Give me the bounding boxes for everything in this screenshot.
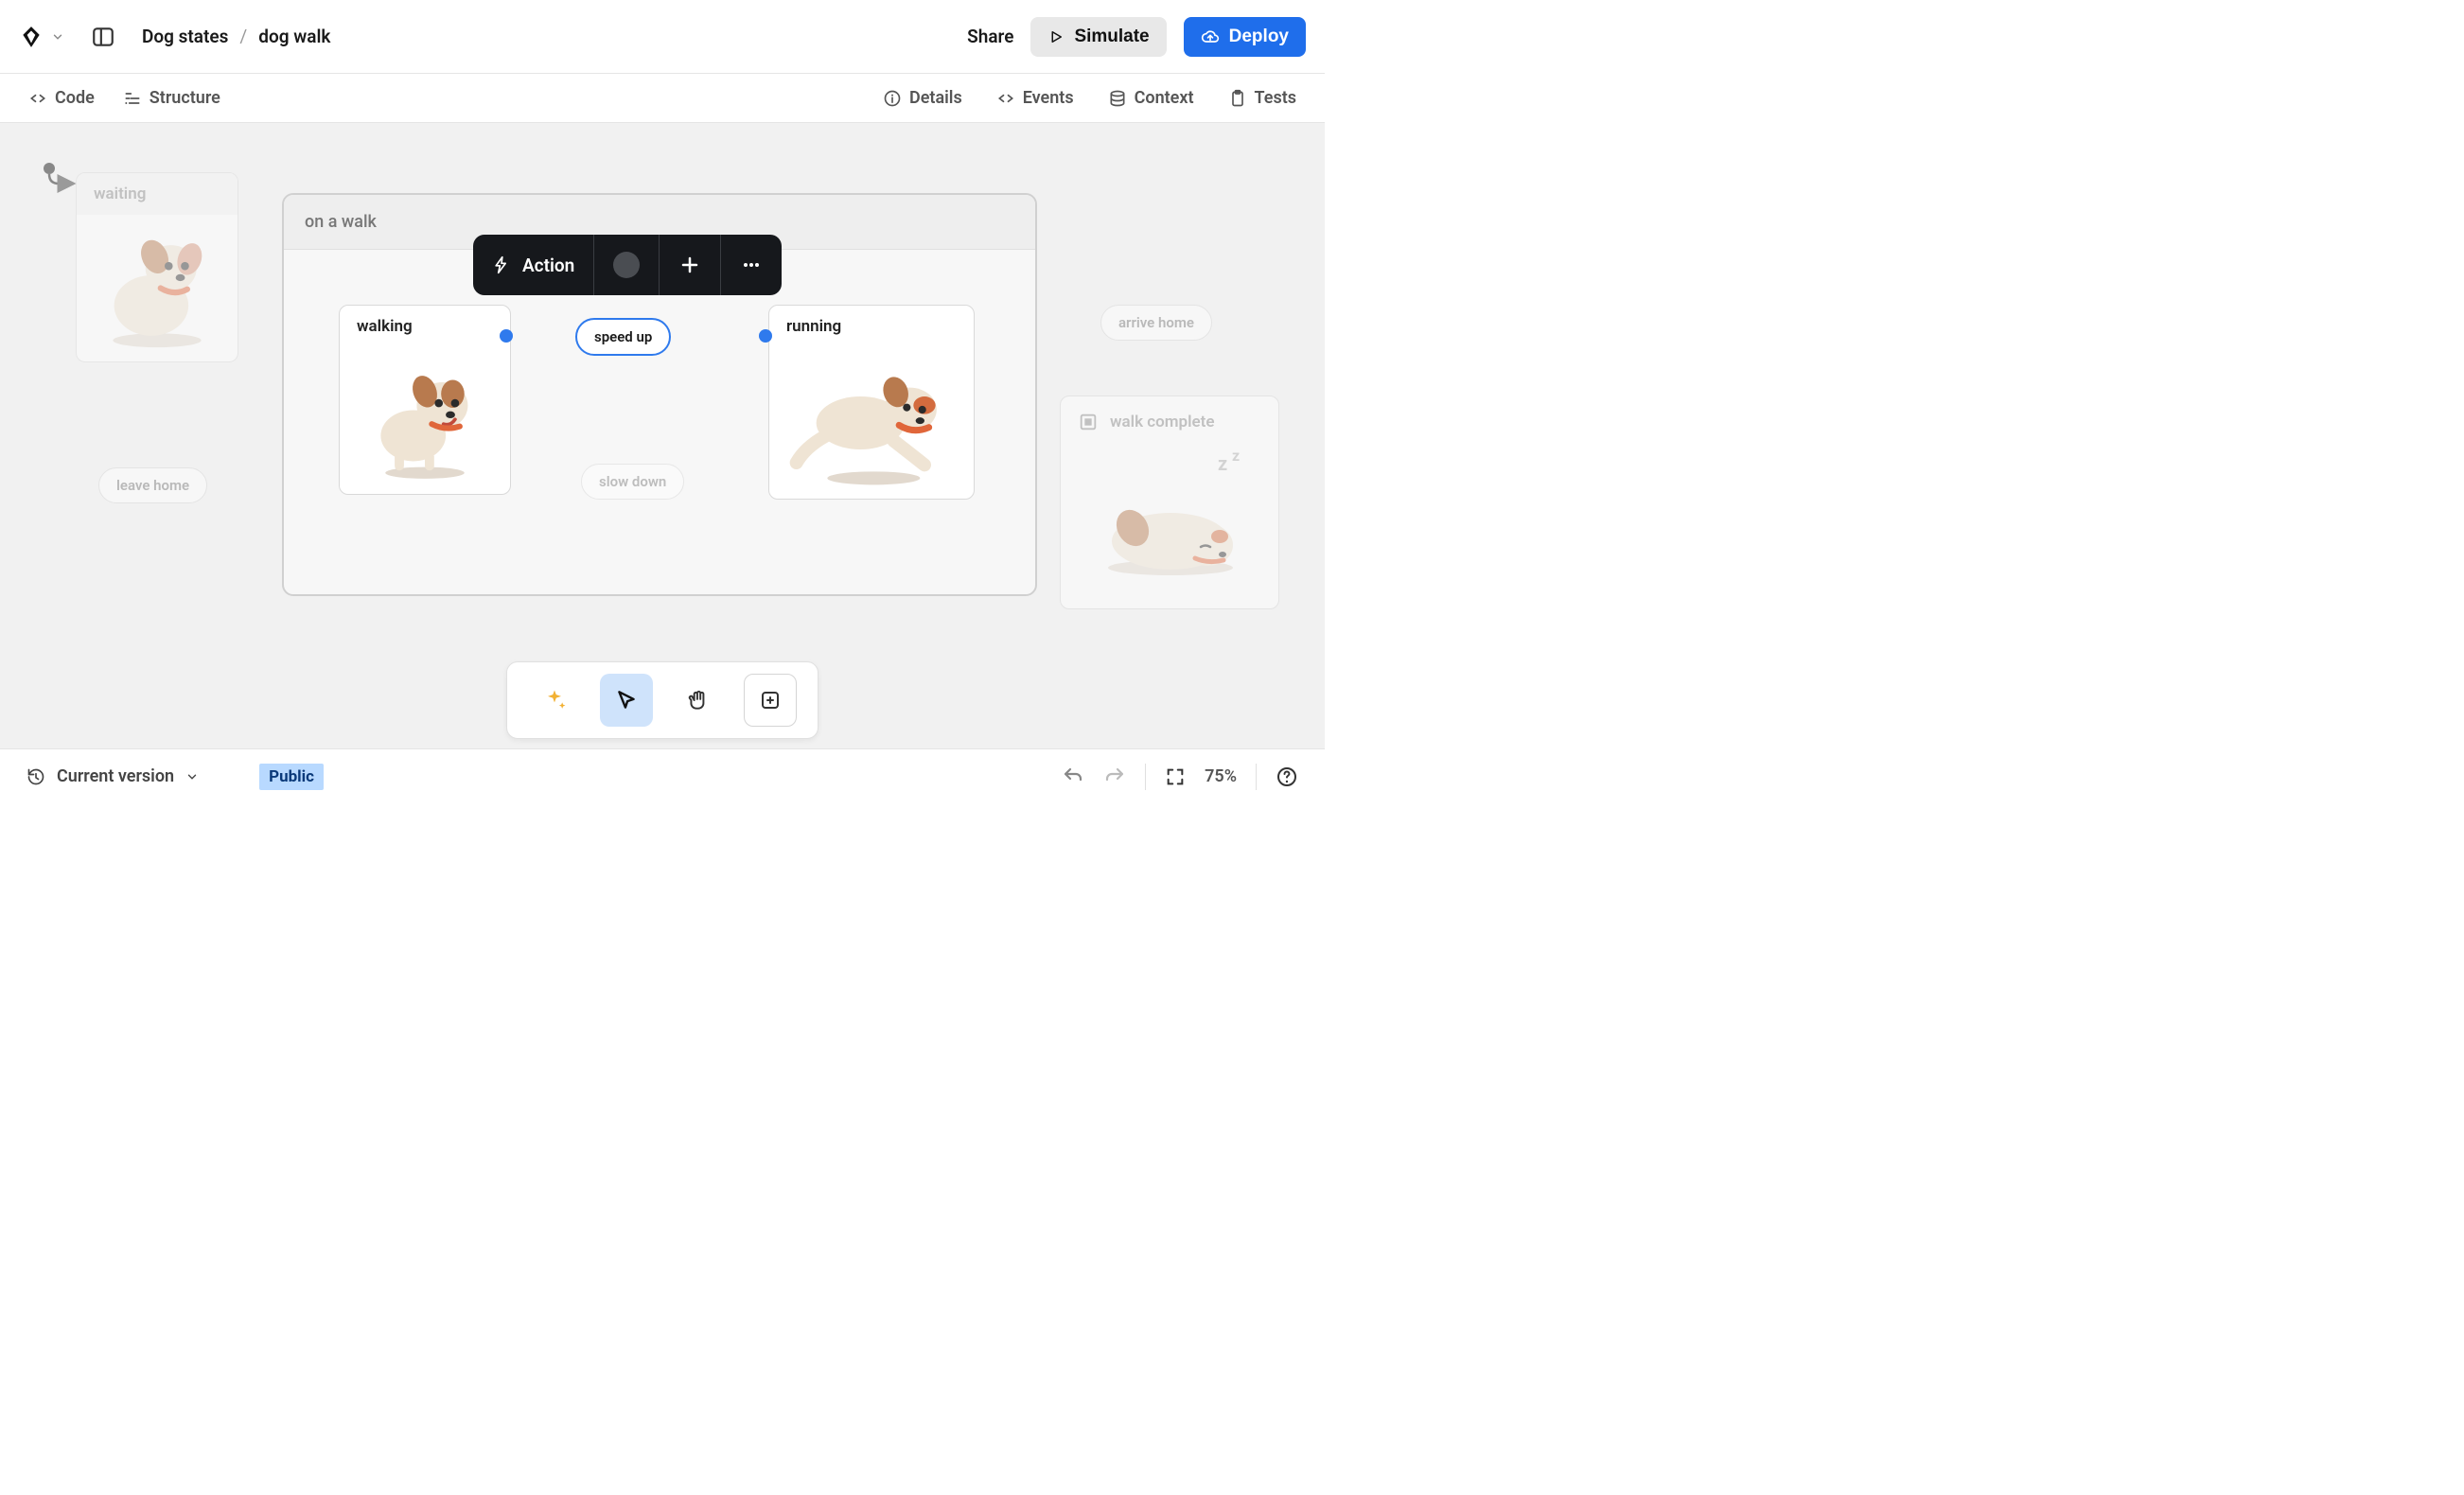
breadcrumb-project[interactable]: Dog states	[142, 26, 228, 47]
transition-speed-up-label: speed up	[594, 328, 652, 345]
chevron-down-icon	[185, 770, 199, 783]
play-icon	[1047, 28, 1065, 45]
dog-sitting-icon	[86, 224, 228, 352]
deploy-label: Deploy	[1229, 26, 1289, 47]
tab-details-label: Details	[909, 88, 962, 108]
action-toolbar-action[interactable]: Action	[473, 235, 594, 295]
status-bar: Current version Public 75%	[0, 748, 1325, 803]
hand-icon	[686, 688, 711, 712]
share-button[interactable]: Share	[967, 26, 1013, 47]
action-toolbar-label: Action	[522, 255, 574, 276]
version-label: Current version	[57, 766, 174, 786]
help-icon[interactable]	[1276, 765, 1298, 788]
transition-slow-down-label: slow down	[599, 473, 666, 490]
dog-sleeping-icon: z z	[1076, 442, 1265, 584]
state-walking-illustration	[340, 347, 510, 494]
selection-handle-end[interactable]	[759, 329, 772, 343]
svg-text:z: z	[1218, 452, 1227, 475]
cursor-icon	[614, 688, 639, 712]
deploy-button[interactable]: Deploy	[1184, 17, 1306, 57]
tool-rack	[506, 661, 818, 739]
app-logo-icon	[19, 25, 44, 49]
tab-code-label: Code	[55, 88, 95, 108]
breadcrumb: Dog states / dog walk	[142, 26, 330, 47]
state-running[interactable]: running	[768, 305, 975, 500]
action-toolbar-color[interactable]	[594, 235, 660, 295]
selection-handle-start[interactable]	[500, 329, 513, 343]
more-horizontal-icon	[740, 254, 763, 276]
panel-toggle-icon[interactable]	[91, 25, 115, 49]
state-waiting-illustration	[77, 215, 238, 361]
final-state-icon	[1078, 412, 1099, 432]
transition-arrive-home-label: arrive home	[1118, 314, 1194, 331]
action-toolbar-add[interactable]	[660, 235, 721, 295]
info-icon	[883, 89, 902, 108]
simulate-label: Simulate	[1074, 26, 1149, 47]
plus-square-icon	[759, 689, 782, 712]
svg-text:z: z	[1232, 447, 1240, 465]
action-toolbar-more[interactable]	[721, 235, 782, 295]
logo-group[interactable]	[19, 25, 64, 49]
transition-leave-home[interactable]: leave home	[98, 467, 207, 503]
state-waiting-label: waiting	[77, 173, 238, 215]
tab-structure-label: Structure	[150, 88, 220, 108]
chevron-down-icon	[51, 30, 64, 44]
tab-tests[interactable]: Tests	[1228, 88, 1296, 108]
sparkle-icon	[541, 687, 568, 713]
history-icon	[26, 767, 45, 786]
cloud-upload-icon	[1201, 27, 1220, 46]
state-waiting[interactable]: waiting	[76, 172, 238, 362]
transition-slow-down[interactable]: slow down	[581, 464, 684, 500]
dog-running-icon	[782, 357, 961, 489]
lightning-icon	[492, 255, 511, 274]
structure-icon	[123, 89, 142, 108]
circle-icon	[613, 252, 640, 278]
redo-icon[interactable]	[1103, 765, 1126, 788]
database-icon	[1108, 89, 1127, 108]
breadcrumb-current[interactable]: dog walk	[258, 26, 330, 47]
breadcrumb-separator: /	[239, 26, 247, 47]
events-icon	[996, 89, 1015, 108]
plus-icon	[678, 254, 701, 276]
separator	[1145, 764, 1146, 790]
action-toolbar: Action	[473, 235, 782, 295]
tool-select[interactable]	[600, 674, 653, 727]
code-icon	[28, 89, 47, 108]
state-running-illustration	[769, 347, 974, 499]
undo-icon[interactable]	[1062, 765, 1084, 788]
separator	[1256, 764, 1257, 790]
top-bar: Dog states / dog walk Share Simulate Dep…	[0, 0, 1325, 74]
version-selector[interactable]: Current version	[26, 766, 199, 786]
tool-add-state[interactable]	[744, 674, 797, 727]
fullscreen-icon[interactable]	[1165, 766, 1186, 787]
state-walk-complete[interactable]: walk complete z z	[1060, 396, 1279, 609]
canvas[interactable]: waiting leave home on a walk walking	[0, 123, 1325, 748]
tab-context-label: Context	[1135, 88, 1194, 108]
zoom-level[interactable]: 75%	[1205, 766, 1237, 786]
tool-ai[interactable]	[528, 674, 581, 727]
tab-structure[interactable]: Structure	[123, 88, 220, 108]
tab-details[interactable]: Details	[883, 88, 962, 108]
tab-events-label: Events	[1023, 88, 1074, 108]
dog-walking-icon	[354, 357, 496, 484]
state-running-label: running	[769, 306, 974, 347]
tab-context[interactable]: Context	[1108, 88, 1194, 108]
visibility-badge[interactable]: Public	[259, 764, 324, 790]
state-walking-label: walking	[340, 306, 510, 347]
tool-hand[interactable]	[672, 674, 725, 727]
simulate-button[interactable]: Simulate	[1030, 17, 1166, 57]
transition-leave-home-label: leave home	[116, 477, 189, 494]
tab-tests-label: Tests	[1255, 88, 1296, 108]
clipboard-icon	[1228, 89, 1247, 108]
state-walk-complete-label: walk complete	[1110, 413, 1215, 431]
state-walk-complete-illustration: z z	[1076, 442, 1263, 593]
tab-code[interactable]: Code	[28, 88, 95, 108]
transition-arrive-home[interactable]: arrive home	[1100, 305, 1212, 341]
tabs-bar: Code Structure Details Events Context Te…	[0, 74, 1325, 123]
tab-events[interactable]: Events	[996, 88, 1074, 108]
state-walking[interactable]: walking	[339, 305, 511, 495]
transition-speed-up[interactable]: speed up	[575, 318, 671, 356]
